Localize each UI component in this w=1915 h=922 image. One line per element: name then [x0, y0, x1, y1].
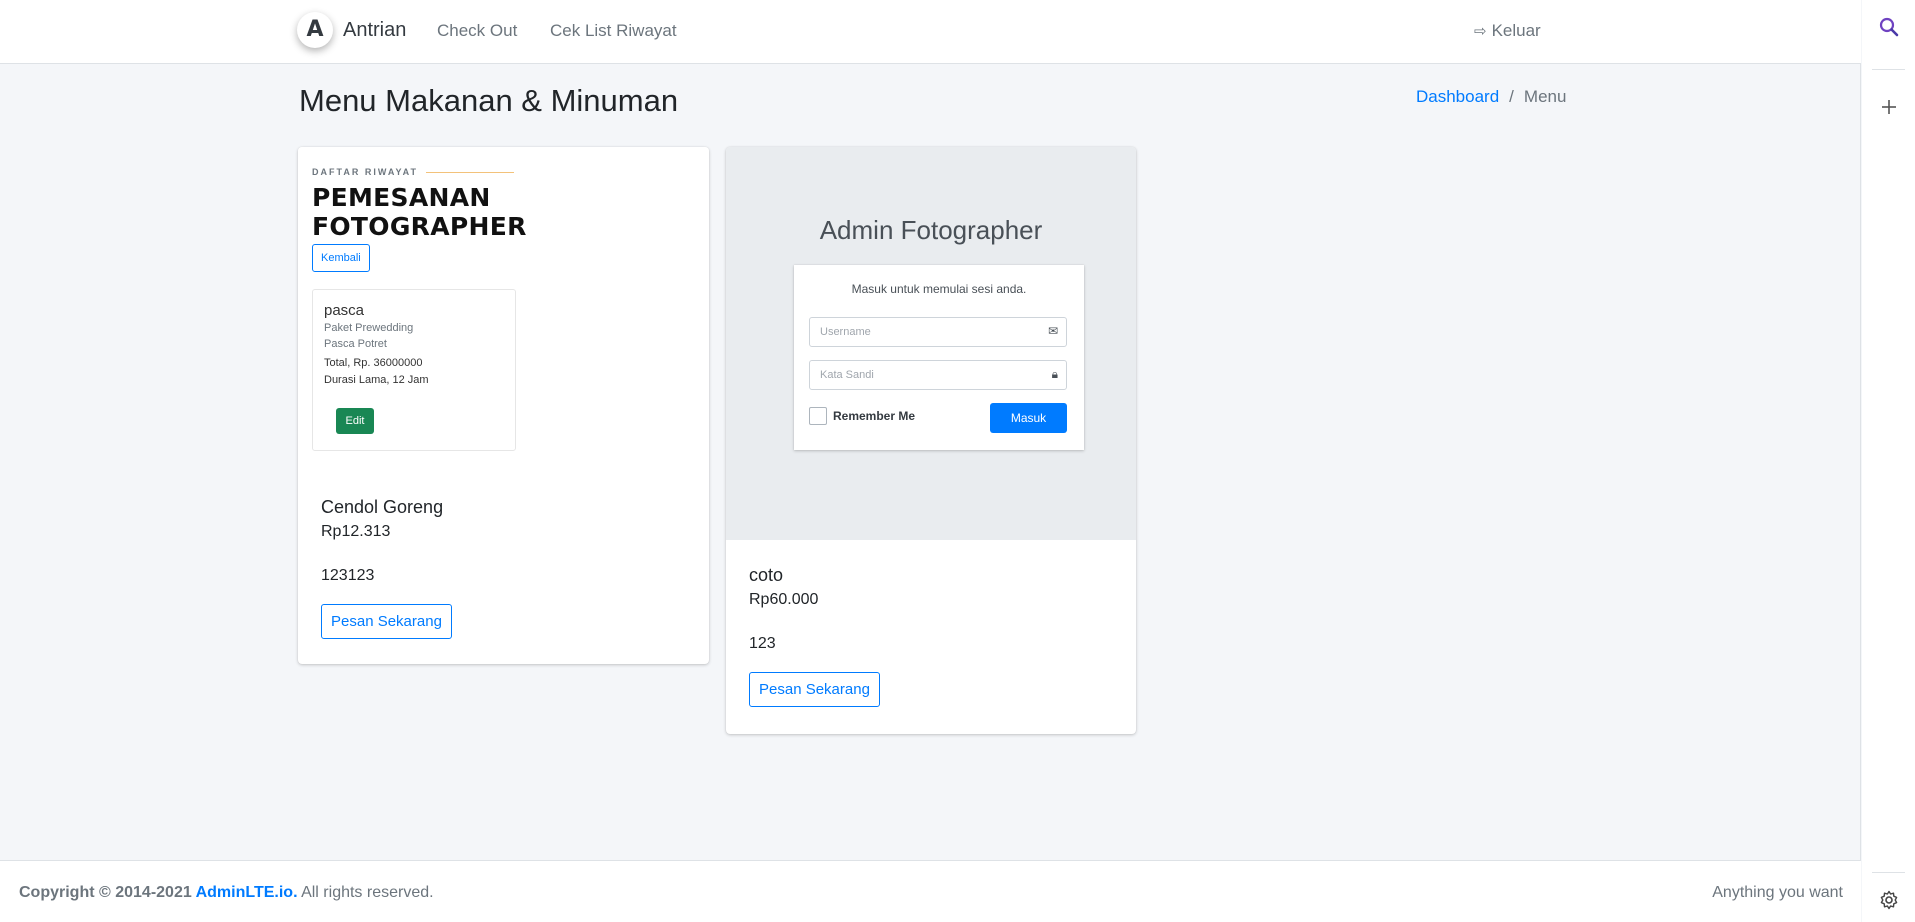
item-price: Rp60.000 [749, 591, 819, 608]
order-now-button[interactable]: Pesan Sekarang [321, 604, 452, 639]
image-small-label: DAFTAR RIWAYAT [312, 167, 515, 177]
top-navbar: A Antrian Check Out Cek List Riwayat ⇨ K… [0, 0, 1861, 64]
breadcrumb-separator: / [1509, 87, 1514, 106]
plus-icon[interactable] [1862, 98, 1915, 116]
breadcrumb: Dashboard / Menu [1416, 87, 1566, 107]
image-username-field: Username ✉ [809, 317, 1067, 347]
logout-label: Keluar [1491, 21, 1541, 40]
footer-copyright-prefix: Copyright © 2014-2021 [19, 884, 196, 901]
item-price: Rp12.313 [321, 523, 391, 540]
footer-suffix: All rights reserved. [297, 884, 434, 901]
nav-link-cek-list-riwayat[interactable]: Cek List Riwayat [550, 21, 677, 41]
brand[interactable]: A Antrian [297, 12, 406, 48]
image-order-location: Pasca Potret [324, 338, 387, 350]
brand-name: Antrian [343, 18, 407, 41]
image-admin-title-light: Fotographer [893, 215, 1043, 245]
menu-card-body: coto Rp60.000 123 Pesan Sekarang [749, 563, 1129, 707]
image-order-total: Total, Rp. 36000000 [324, 357, 423, 369]
image-login-box: Masuk untuk memulai sesi anda. Username … [794, 265, 1084, 450]
image-title: PEMESANAN FOTOGRAPHER [312, 183, 527, 241]
footer-brand-link[interactable]: AdminLTE.io. [196, 884, 298, 901]
sign-out-icon: ⇨ [1474, 22, 1487, 40]
item-name: Cendol Goreng [321, 497, 444, 517]
image-admin-title-bold: Admin [819, 215, 894, 245]
image-admin-title: Admin Fotographer [726, 215, 1136, 246]
search-icon[interactable] [1862, 16, 1915, 38]
image-decorative-line [426, 171, 515, 173]
breadcrumb-current: Menu [1523, 87, 1567, 106]
image-login-message: Masuk untuk memulai sesi anda. [851, 282, 1027, 296]
item-description: 123123 [321, 567, 375, 584]
browser-side-panel [1862, 0, 1915, 922]
image-remember-label: Remember Me [833, 409, 916, 423]
image-order-name: pasca [324, 302, 365, 319]
nav-link-check-out[interactable]: Check Out [437, 21, 517, 41]
image-login-button: Masuk [990, 403, 1067, 433]
menu-card: Admin Fotographer Masuk untuk memulai se… [726, 147, 1136, 734]
side-divider [1872, 872, 1905, 873]
footer: Copyright © 2014-2021 AdminLTE.io. All r… [0, 860, 1861, 922]
image-back-button: Kembali [312, 244, 370, 272]
image-remember-checkbox [809, 407, 827, 425]
image-small-label-text: DAFTAR RIWAYAT [312, 167, 419, 177]
image-order-package: Paket Prewedding [324, 322, 414, 334]
item-name: coto [749, 565, 784, 585]
breadcrumb-dashboard[interactable]: Dashboard [1416, 87, 1499, 107]
settings-icon[interactable] [1862, 890, 1915, 910]
side-divider [1872, 69, 1905, 70]
footer-right-text: Anything you want [1712, 884, 1843, 901]
brand-logo: A [297, 12, 333, 48]
brand-logo-letter: A [306, 17, 324, 42]
lock-icon: 🔒︎ [1051, 367, 1058, 381]
image-password-field: Kata Sandi 🔒︎ [809, 360, 1067, 390]
image-username-placeholder: Username [820, 326, 871, 338]
page-title: Menu Makanan & Minuman [299, 83, 679, 118]
image-remember-me: Remember Me [809, 407, 915, 425]
image-order-duration: Durasi Lama, 12 Jam [324, 374, 429, 386]
menu-card-body: Cendol Goreng Rp12.313 123123 Pesan Seka… [321, 495, 701, 639]
image-edit-button: Edit [336, 408, 374, 434]
envelope-icon: ✉ [1047, 324, 1058, 338]
footer-copyright: Copyright © 2014-2021 AdminLTE.io. All r… [19, 884, 434, 902]
image-order-box: pasca Paket Prewedding Pasca Potret Tota… [312, 289, 516, 451]
menu-card: DAFTAR RIWAYAT PEMESANAN FOTOGRAPHER Kem… [298, 147, 709, 664]
app-window: A Antrian Check Out Cek List Riwayat ⇨ K… [0, 0, 1861, 922]
order-now-button[interactable]: Pesan Sekarang [749, 672, 880, 707]
logout-link[interactable]: ⇨ Keluar [1474, 21, 1541, 41]
item-description: 123 [749, 635, 776, 652]
menu-card-image: DAFTAR RIWAYAT PEMESANAN FOTOGRAPHER Kem… [298, 147, 709, 467]
image-password-placeholder: Kata Sandi [820, 369, 874, 381]
menu-card-image: Admin Fotographer Masuk untuk memulai se… [726, 147, 1136, 540]
